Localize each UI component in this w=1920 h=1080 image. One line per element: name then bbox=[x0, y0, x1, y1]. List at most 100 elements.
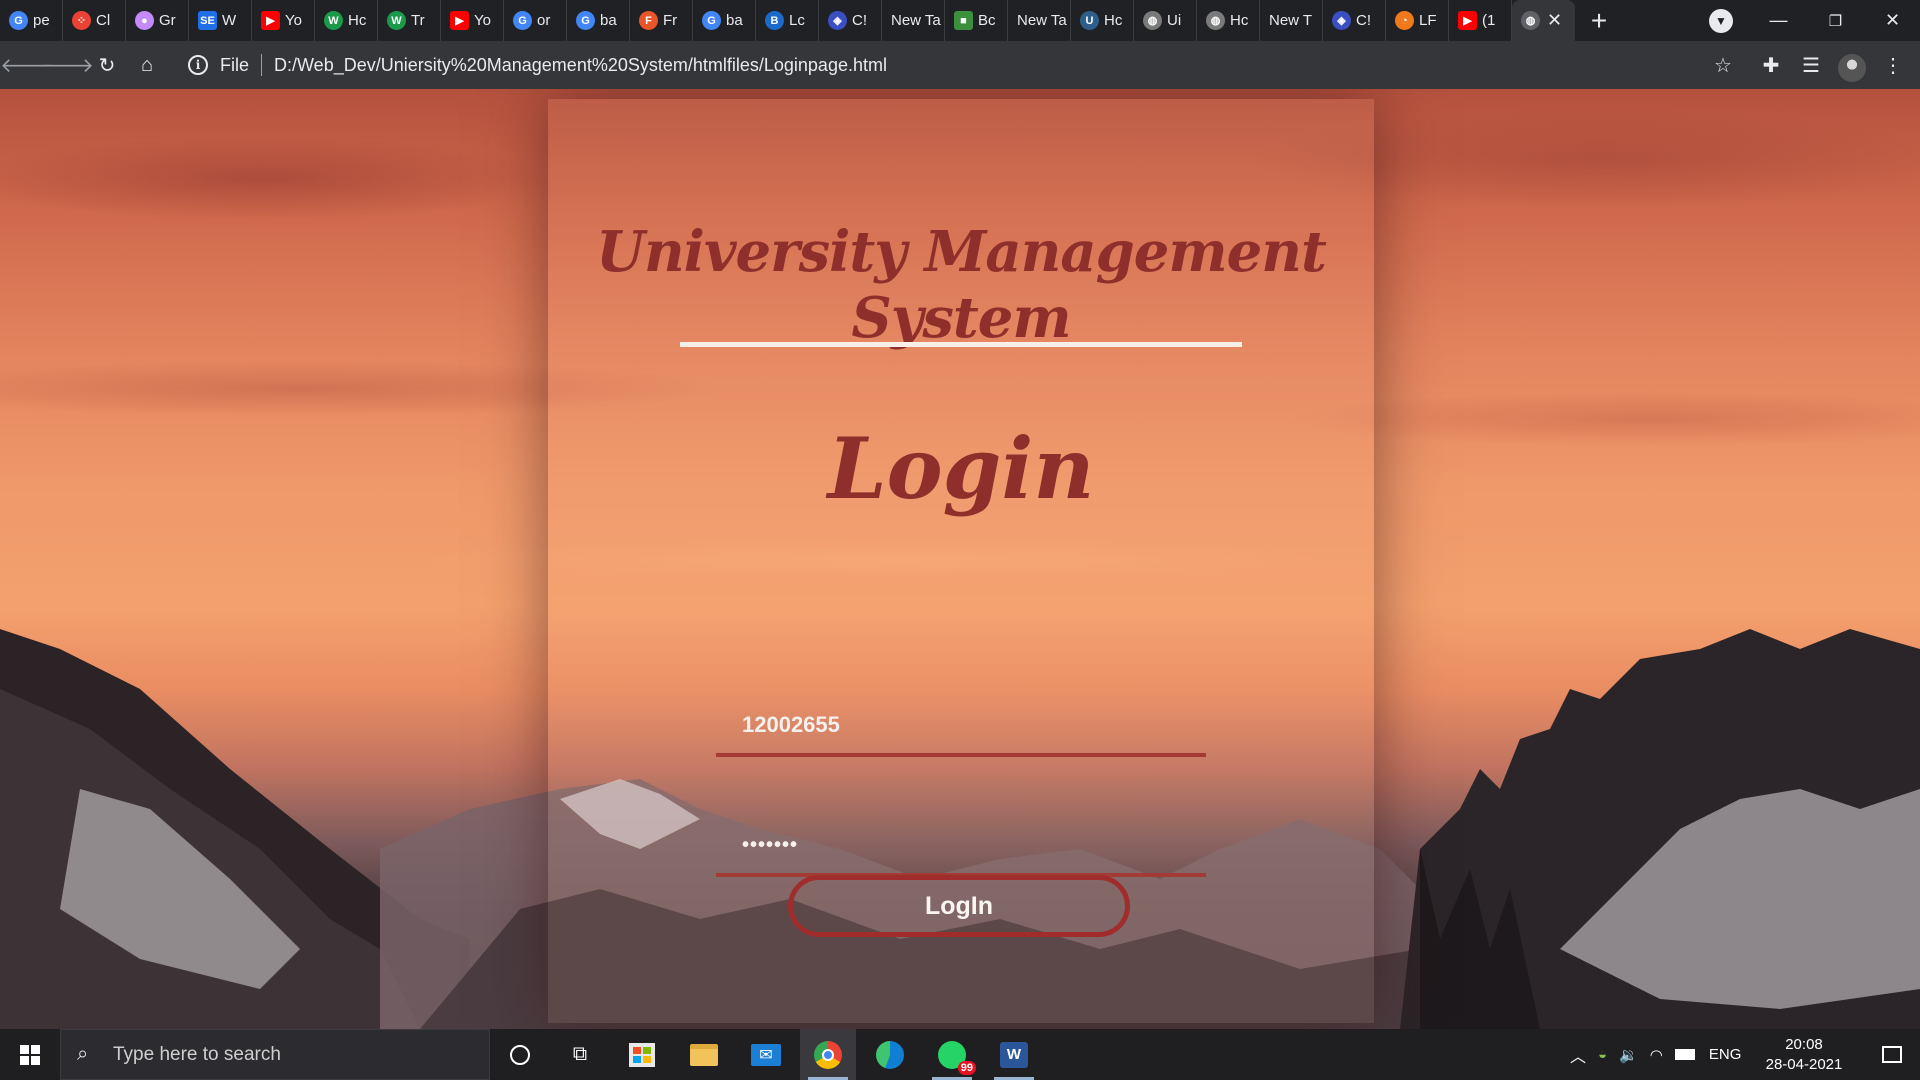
browser-tab-label: ba bbox=[600, 12, 617, 29]
notifications-button[interactable] bbox=[1864, 1029, 1920, 1080]
browser-tab-label: LF bbox=[1419, 12, 1437, 29]
search-placeholder: Type here to search bbox=[113, 1043, 281, 1065]
tab-active[interactable]: ◍ ✕ bbox=[1512, 0, 1575, 41]
info-icon[interactable]: i bbox=[188, 55, 208, 75]
system-tray: ︿ ◒ 🔉 ◠ ENG bbox=[1570, 1029, 1741, 1080]
tab-list: Gpe ⁘ Cl ● Gr SE W ▶ Yo W Hc W Tr ▶ Yo Gor Gba F Fr Gba B Lc ◈… bbox=[0, 0, 1512, 41]
login-card: University Management System Login LogIn bbox=[548, 99, 1374, 1023]
store-button[interactable] bbox=[614, 1029, 670, 1080]
browser-tab-label: pe bbox=[33, 12, 50, 29]
globe-icon: ◍ bbox=[1143, 11, 1162, 30]
file-explorer-button[interactable] bbox=[676, 1029, 732, 1080]
close-icon[interactable]: ✕ bbox=[1547, 10, 1562, 31]
menu-icon[interactable]: ⋮ bbox=[1878, 51, 1908, 79]
browser-tab[interactable]: ▶ Yo bbox=[252, 0, 315, 41]
title-divider bbox=[680, 342, 1242, 347]
password-input[interactable] bbox=[716, 817, 1206, 877]
network-status-icon[interactable]: ◒ bbox=[1598, 1046, 1607, 1063]
browser-tab[interactable]: U Hc bbox=[1071, 0, 1134, 41]
xb-icon: B bbox=[765, 11, 784, 30]
whatsapp-button[interactable]: 99 bbox=[924, 1029, 980, 1080]
bookmark-star-icon[interactable]: ☆ bbox=[1708, 51, 1738, 79]
mail-button[interactable]: ✉ bbox=[738, 1029, 794, 1080]
restore-button[interactable]: ❐ bbox=[1807, 0, 1864, 41]
tab-search-button[interactable]: ▼ bbox=[1709, 9, 1733, 33]
new-tab-button[interactable]: + bbox=[1575, 0, 1623, 41]
fr-icon: F bbox=[639, 11, 658, 30]
google-icon: G bbox=[513, 11, 532, 30]
browser-tab[interactable]: Gor bbox=[504, 0, 567, 41]
address-bar[interactable]: i File D:/Web_Dev/Uniersity%20Management… bbox=[176, 46, 1776, 84]
login-button[interactable]: LogIn bbox=[788, 875, 1130, 937]
browser-tab-label: ba bbox=[726, 12, 743, 29]
language-indicator[interactable]: ENG bbox=[1709, 1046, 1742, 1063]
wifi-icon[interactable]: ◠ bbox=[1650, 1046, 1663, 1064]
browser-tab[interactable]: ◍ Hc bbox=[1197, 0, 1260, 41]
browser-tab[interactable]: SE W bbox=[189, 0, 252, 41]
dots-icon: ⁘ bbox=[72, 11, 91, 30]
extensions-icon[interactable]: ✚ bbox=[1756, 51, 1786, 79]
search-icon: ⌕ bbox=[77, 1043, 89, 1065]
clock-date: 28-04-2021 bbox=[1765, 1056, 1843, 1073]
browser-tab[interactable]: ◈ C! bbox=[819, 0, 882, 41]
browser-tab-label: Gr bbox=[159, 12, 176, 29]
browser-tab[interactable]: B Lc bbox=[756, 0, 819, 41]
url-divider bbox=[261, 54, 263, 76]
browser-tab[interactable]: Gba bbox=[693, 0, 756, 41]
browser-tab-label: C! bbox=[1356, 12, 1371, 29]
profile-avatar[interactable] bbox=[1838, 54, 1866, 82]
reload-button[interactable]: ↻ bbox=[92, 51, 122, 79]
browser-tab-label: C! bbox=[852, 12, 867, 29]
url-text[interactable]: D:/Web_Dev/Uniersity%20Management%20Syst… bbox=[274, 55, 887, 76]
window-close-button[interactable]: ✕ bbox=[1864, 0, 1920, 41]
chrome-button[interactable] bbox=[800, 1029, 856, 1080]
youtube-icon: ▶ bbox=[450, 11, 469, 30]
browser-tab[interactable]: ■ Bc bbox=[945, 0, 1008, 41]
taskbar-search[interactable]: ⌕ Type here to search bbox=[60, 1029, 490, 1080]
browser-tab[interactable]: New Ta bbox=[882, 0, 945, 41]
forward-button[interactable]: 🡒 bbox=[40, 51, 94, 79]
word-button[interactable]: W bbox=[986, 1029, 1042, 1080]
shield-icon: ◈ bbox=[828, 11, 847, 30]
battery-icon[interactable] bbox=[1674, 1049, 1695, 1060]
username-input[interactable] bbox=[716, 697, 1206, 757]
cortana-button[interactable] bbox=[492, 1029, 548, 1080]
clock-time: 20:08 bbox=[1785, 1036, 1823, 1053]
browser-tab[interactable]: ◍ Ui bbox=[1134, 0, 1197, 41]
google-icon: G bbox=[9, 11, 28, 30]
browser-tab-label: Ui bbox=[1167, 12, 1182, 29]
browser-tab[interactable]: ▶ Yo bbox=[441, 0, 504, 41]
task-view-button[interactable]: ⧉ bbox=[552, 1029, 608, 1080]
minimize-button[interactable]: — bbox=[1750, 0, 1807, 41]
browser-tab-label: Hc bbox=[1230, 12, 1249, 29]
browser-tab[interactable]: Gpe bbox=[0, 0, 63, 41]
browser-tab[interactable]: Gba bbox=[567, 0, 630, 41]
browser-tab[interactable]: New T bbox=[1260, 0, 1323, 41]
reading-list-icon[interactable]: ☰ bbox=[1796, 51, 1826, 79]
browser-tab[interactable]: ● Gr bbox=[126, 0, 189, 41]
browser-tab[interactable]: F Fr bbox=[630, 0, 693, 41]
browser-tab[interactable]: New Ta bbox=[1008, 0, 1071, 41]
se-icon: SE bbox=[198, 11, 217, 30]
browser-tab[interactable]: W Hc bbox=[315, 0, 378, 41]
task-view-icon: ⧉ bbox=[572, 1043, 588, 1065]
browser-tab[interactable]: ▶ (1 bbox=[1449, 0, 1512, 41]
cortana-icon bbox=[510, 1044, 530, 1065]
folder-icon bbox=[690, 1043, 718, 1066]
home-button[interactable]: ⌂ bbox=[132, 51, 162, 79]
back-button[interactable]: 🡐 bbox=[0, 51, 54, 79]
volume-icon[interactable]: 🔉 bbox=[1619, 1046, 1638, 1064]
browser-tab[interactable]: ◈ C! bbox=[1323, 0, 1386, 41]
clock[interactable]: 20:08 28-04-2021 bbox=[1752, 1035, 1856, 1075]
edge-button[interactable] bbox=[862, 1029, 918, 1080]
chevron-up-icon[interactable]: ︿ bbox=[1570, 1043, 1586, 1067]
w-icon: W bbox=[324, 11, 343, 30]
whatsapp-icon: 99 bbox=[938, 1040, 976, 1075]
browser-tab[interactable]: W Tr bbox=[378, 0, 441, 41]
start-button[interactable] bbox=[0, 1029, 60, 1080]
windows-taskbar: ⌕ Type here to search ⧉ ✉ 99 W ︿ ◒ 🔉 ◠ E… bbox=[0, 1029, 1920, 1080]
browser-tab-label: or bbox=[537, 12, 551, 29]
login-heading: Login bbox=[827, 419, 1095, 518]
browser-tab[interactable]: ⁘ Cl bbox=[63, 0, 126, 41]
browser-tab[interactable]: ◔ LF bbox=[1386, 0, 1449, 41]
